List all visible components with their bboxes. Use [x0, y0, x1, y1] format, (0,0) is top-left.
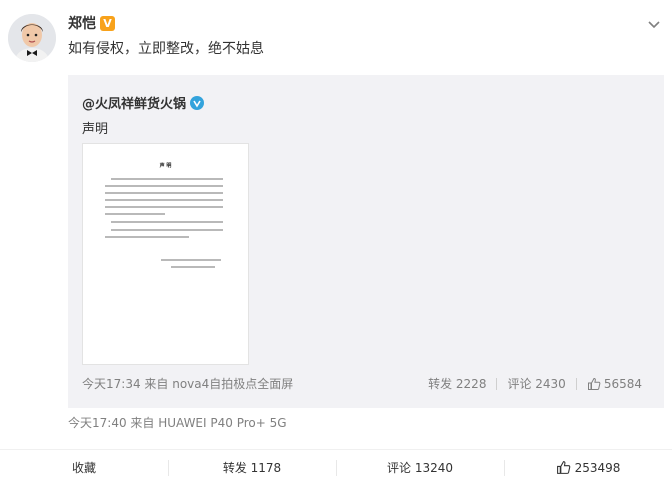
- post-text: 如有侵权，立即整改，绝不姑息: [68, 41, 264, 57]
- verified-orange-icon: V: [100, 15, 115, 31]
- post-author[interactable]: 郑恺 V: [68, 13, 115, 33]
- repost-like-count: 56584: [603, 376, 642, 391]
- comment-label: 评论 13240: [387, 461, 453, 475]
- repost-actions: 转发 2228 评论 2430 56584: [428, 375, 642, 392]
- like-count: 253498: [574, 460, 621, 475]
- divider: [496, 377, 498, 390]
- statement-image[interactable]: 声 明: [82, 143, 249, 365]
- favorite-label: 收藏: [71, 461, 96, 475]
- action-bar: 收藏 转发 1178 评论 13240 253498: [0, 449, 672, 485]
- repost-forward-link[interactable]: 转发 2228: [428, 375, 486, 392]
- repost-author-name[interactable]: @火凤祥鲜货火锅: [82, 93, 186, 112]
- favorite-button[interactable]: 收藏: [0, 450, 168, 485]
- avatar[interactable]: [8, 14, 56, 62]
- divider: [575, 377, 577, 390]
- like-button[interactable]: 253498: [504, 450, 672, 485]
- comment-button[interactable]: 评论 13240: [336, 450, 504, 485]
- post-meta: 今天17:40 来自 HUAWEI P40 Pro+ 5G: [68, 416, 287, 430]
- forward-label: 转发 1178: [222, 461, 282, 475]
- thumbs-up-icon: [587, 377, 601, 390]
- repost-comment-link[interactable]: 评论 2430: [507, 375, 565, 392]
- chevron-down-icon[interactable]: [646, 16, 662, 32]
- repost-text: 声明: [82, 122, 109, 137]
- verified-blue-icon: [190, 95, 205, 110]
- repost-footer: 今天17:34 来自 nova4自拍极点全面屏 转发 2228 评论 2430 …: [82, 374, 650, 392]
- forward-button[interactable]: 转发 1178: [168, 450, 336, 485]
- thumbs-up-icon: [556, 461, 570, 474]
- repost-card: @火凤祥鲜货火锅 声明 声 明 今天17:34 来自 nova4自拍极点全面屏 …: [68, 75, 664, 408]
- repost-author[interactable]: @火凤祥鲜货火锅: [82, 93, 205, 112]
- boy-in-bowtie-avatar-icon: [8, 14, 56, 62]
- repost-like-button[interactable]: 56584: [587, 377, 642, 391]
- post-author-name[interactable]: 郑恺: [68, 13, 96, 33]
- statement-image-title: 声 明: [159, 163, 172, 169]
- repost-meta: 今天17:34 来自 nova4自拍极点全面屏: [82, 377, 294, 391]
